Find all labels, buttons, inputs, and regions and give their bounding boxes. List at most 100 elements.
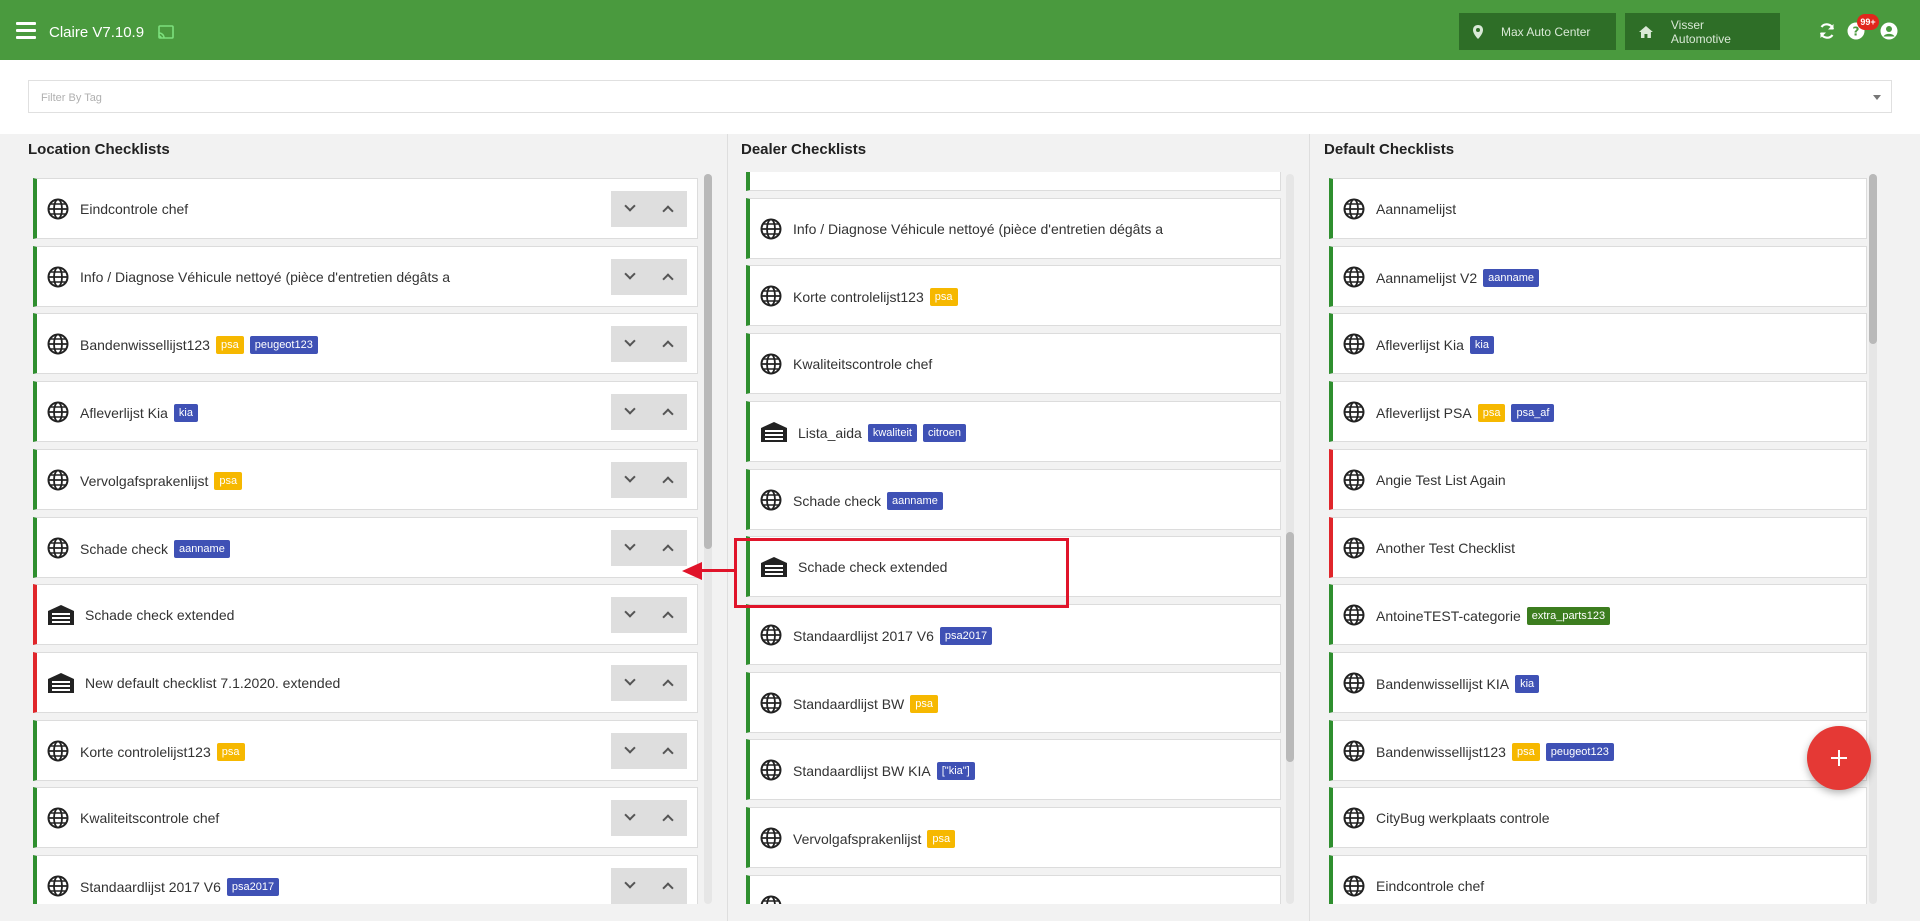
default-scrollbar-thumb[interactable] — [1869, 174, 1877, 344]
chevron-down-icon — [624, 471, 636, 483]
move-up-button[interactable] — [649, 868, 687, 904]
location-selector-button[interactable]: Max Auto Center — [1459, 13, 1616, 50]
dealer-checklist-card[interactable]: Korte controlelijst123 psa — [746, 265, 1281, 327]
dealer-checklist-card[interactable]: Standaardlijst 2017 V6 psa2017 — [746, 603, 1281, 665]
checklist-name: CityBug werkplaats controle — [1376, 810, 1550, 827]
move-up-button[interactable] — [649, 259, 687, 295]
move-down-button[interactable] — [611, 800, 649, 836]
location-checklist-card[interactable]: Eindcontrole chef — [33, 178, 698, 239]
move-up-button[interactable] — [649, 326, 687, 362]
location-checklist-card[interactable]: Schade check aanname — [33, 516, 698, 578]
notification-badge[interactable]: 99+ — [1857, 14, 1879, 30]
default-checklist-card[interactable]: Aannamelijst — [1329, 178, 1867, 239]
default-checklist-card[interactable]: Afleverlijst Kia kia — [1329, 313, 1867, 375]
column-divider — [727, 134, 728, 921]
globe-icon — [1343, 537, 1365, 559]
dealer-checklist-card[interactable]: Standaardlijst BW psa — [746, 671, 1281, 733]
move-down-button[interactable] — [611, 394, 649, 430]
default-checklist-card[interactable]: Angie Test List Again — [1329, 448, 1867, 510]
column-divider — [1309, 134, 1310, 921]
dealer-checklist-card[interactable]: Lista_aida kwaliteit citroen — [746, 400, 1281, 462]
move-up-button[interactable] — [649, 665, 687, 701]
default-checklist-card[interactable]: AntoineTEST-categorie extra_parts123 — [1329, 584, 1867, 646]
location-scrollbar-thumb[interactable] — [704, 174, 712, 549]
move-up-button[interactable] — [649, 530, 687, 566]
move-down-button[interactable] — [611, 259, 649, 295]
location-checklist-card[interactable]: Korte controlelijst123 psa — [33, 719, 698, 781]
dealer-checklist-card[interactable]: Standaardlijst BW KIA ["kia"] — [746, 739, 1281, 801]
chevron-down-icon — [624, 606, 636, 618]
checklist-label-row: Bandenwissellijst123 psa peugeot123 — [80, 336, 318, 355]
chevron-down-icon — [624, 200, 636, 212]
default-checklist-card[interactable]: Afleverlijst PSA psa psa_af — [1329, 381, 1867, 443]
move-down-button[interactable] — [611, 733, 649, 769]
reorder-buttons — [611, 597, 687, 634]
tag-badge: psa — [214, 471, 243, 490]
dealer-scrollbar[interactable] — [1286, 174, 1294, 904]
location-checklist-card[interactable]: Info / Diagnose Véhicule nettoyé (pièce … — [33, 245, 698, 307]
filter-by-tag-select[interactable]: Filter By Tag — [28, 80, 1892, 113]
dealer-checklist-card[interactable] — [746, 874, 1281, 904]
default-checklists-list: Aannamelijst Aannamelijst V2 aanname Afleve… — [1324, 172, 1884, 904]
tag-badge: kwaliteit — [867, 423, 917, 442]
location-checklist-card[interactable]: Kwaliteitscontrole chef — [33, 787, 698, 849]
default-scrollbar[interactable] — [1869, 174, 1877, 904]
user-account-icon[interactable] — [1880, 22, 1898, 40]
move-up-button[interactable] — [649, 191, 687, 227]
chevron-up-icon — [662, 543, 674, 556]
dealer-checklist-card[interactable]: Vervolgafsprakenlijst psa — [746, 807, 1281, 868]
default-checklist-card[interactable]: Bandenwissellijst KIA kia — [1329, 651, 1867, 713]
tag-badge: extra_parts123 — [1526, 607, 1611, 626]
checklist-name: Standaardlijst 2017 V6 — [80, 879, 221, 895]
tag-badge: kia — [1469, 336, 1494, 355]
reorder-buttons — [611, 868, 687, 904]
location-checklist-card[interactable]: Schade check extended — [33, 584, 698, 646]
move-down-button[interactable] — [611, 326, 649, 362]
globe-icon — [760, 827, 782, 849]
location-checklist-card[interactable]: New default checklist 7.1.2020. extended — [33, 651, 698, 713]
default-checklist-card[interactable]: CityBug werkplaats controle — [1329, 787, 1867, 849]
checklist-name: Vervolgafsprakenlijst — [793, 831, 922, 847]
add-checklist-button[interactable] — [1807, 726, 1871, 790]
default-checklist-card[interactable]: Eindcontrole chef — [1329, 855, 1867, 904]
hamburger-menu-icon[interactable] — [16, 22, 36, 39]
dealer-scrollbar-thumb[interactable] — [1286, 532, 1294, 762]
location-checklist-card[interactable]: Vervolgafsprakenlijst psa — [33, 448, 698, 510]
cast-icon[interactable] — [158, 25, 174, 39]
dealer-checklist-card[interactable]: Info / Diagnose Véhicule nettoyé (pièce … — [746, 197, 1281, 259]
default-checklist-card[interactable]: Bandenwissellijst123 psa peugeot123 — [1329, 719, 1867, 781]
move-down-button[interactable] — [611, 530, 649, 566]
checklist-label-row: Angie Test List Again — [1376, 472, 1506, 488]
dealer-checklist-card[interactable]: Schade check aanname — [746, 468, 1281, 530]
dealer-selector-button[interactable]: Visser Automotive — [1625, 13, 1780, 50]
move-down-button[interactable] — [611, 191, 649, 227]
location-checklist-card[interactable]: Bandenwissellijst123 psa peugeot123 — [33, 313, 698, 375]
location-checklist-card[interactable]: Afleverlijst Kia kia — [33, 381, 698, 443]
move-up-button[interactable] — [649, 733, 687, 769]
globe-icon — [1343, 875, 1365, 897]
move-up-button[interactable] — [649, 800, 687, 836]
dealer-checklist-card[interactable] — [746, 172, 1281, 191]
chevron-up-icon — [662, 679, 674, 691]
default-checklists-heading: Default Checklists — [1324, 141, 1455, 158]
move-down-button[interactable] — [611, 462, 649, 498]
move-up-button[interactable] — [649, 462, 687, 498]
move-up-button[interactable] — [649, 597, 687, 633]
checklist-name: Aannamelijst — [1376, 201, 1457, 217]
default-checklist-card[interactable]: Aannamelijst V2 aanname — [1329, 245, 1867, 307]
location-scrollbar[interactable] — [704, 174, 712, 904]
default-checklist-card[interactable]: Another Test Checklist — [1329, 516, 1867, 578]
move-down-button[interactable] — [611, 868, 649, 904]
refresh-icon[interactable] — [1818, 22, 1836, 40]
move-down-button[interactable] — [611, 597, 649, 633]
move-up-button[interactable] — [649, 394, 687, 430]
location-checklists-list: Eindcontrole chef Info / Diagnose Véhicul… — [28, 172, 708, 904]
dealer-checklist-card[interactable]: Kwaliteitscontrole chef — [746, 333, 1281, 395]
map-marker-icon — [1473, 24, 1483, 39]
reorder-buttons — [611, 732, 687, 769]
move-down-button[interactable] — [611, 665, 649, 701]
annotation-arrow-line — [700, 569, 734, 572]
location-checklist-card[interactable]: Standaardlijst 2017 V6 psa2017 — [33, 855, 698, 904]
dealer-checklists-heading: Dealer Checklists — [741, 141, 867, 158]
tag-badge: psa2017 — [939, 626, 993, 645]
